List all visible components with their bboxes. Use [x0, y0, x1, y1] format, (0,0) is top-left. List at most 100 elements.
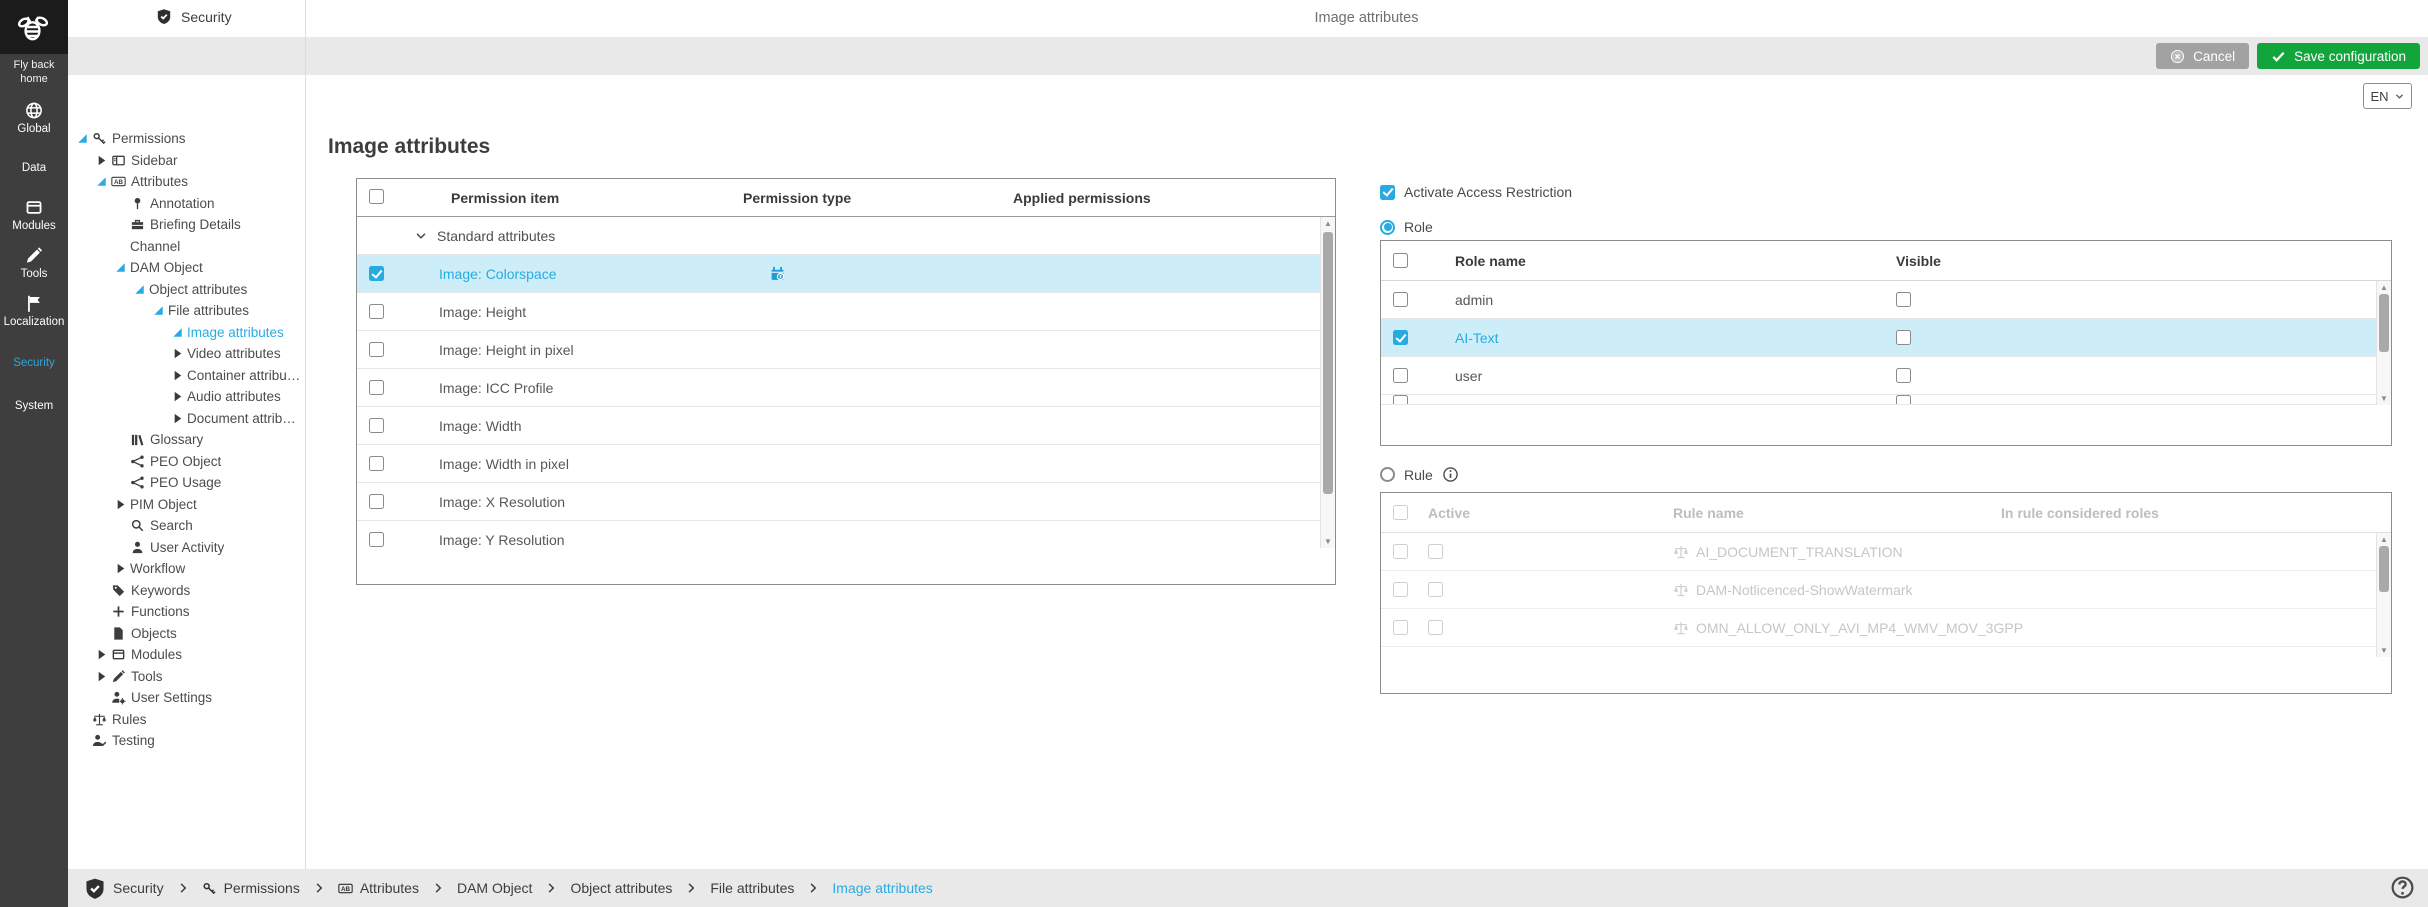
row-checkbox[interactable] — [369, 342, 384, 357]
tree-expander-collapsed-icon[interactable] — [170, 389, 185, 404]
scrollbar-thumb[interactable] — [1323, 232, 1333, 494]
tree-item-peo-object[interactable]: PEO Object — [68, 451, 305, 473]
scroll-up-arrow-icon[interactable]: ▲ — [2377, 281, 2391, 294]
sidebar-item-data[interactable]: Data — [0, 162, 68, 174]
sidebar-item-localization[interactable]: Localization — [0, 294, 68, 328]
tree-item-keywords[interactable]: Keywords — [68, 580, 305, 602]
tree-item-objects[interactable]: Objects — [68, 623, 305, 645]
sidebar-item-modules[interactable]: Modules — [0, 198, 68, 232]
tree-expander-collapsed-icon[interactable] — [113, 497, 128, 512]
breadcrumb-item-object-attributes[interactable]: Object attributes — [570, 880, 672, 896]
tree-item-audio-attributes[interactable]: Audio attributes — [68, 386, 305, 408]
tree-item-container-attribu[interactable]: Container attribu… — [68, 365, 305, 387]
scroll-down-arrow-icon[interactable]: ▼ — [1321, 535, 1335, 548]
tree-item-annotation[interactable]: Annotation — [68, 193, 305, 215]
tree-expander-collapsed-icon[interactable] — [170, 411, 185, 426]
tree-item-testing[interactable]: Testing — [68, 730, 305, 752]
permission-table-scrollbar[interactable]: ▲ ▼ — [1320, 217, 1335, 548]
tree-item-video-attributes[interactable]: Video attributes — [68, 343, 305, 365]
scroll-up-arrow-icon[interactable]: ▲ — [2377, 533, 2391, 546]
tree-item-rules[interactable]: Rules — [68, 709, 305, 731]
permission-row-image-x-resolution[interactable]: Image: X Resolution — [357, 483, 1335, 521]
tree-item-dam-object[interactable]: DAM Object — [68, 257, 305, 279]
visible-checkbox[interactable] — [1896, 368, 1911, 383]
tree-item-workflow[interactable]: Workflow — [68, 558, 305, 580]
sidebar-item-global[interactable]: Global — [0, 101, 68, 135]
info-icon[interactable] — [1442, 466, 1459, 483]
group-row-standard-attributes[interactable]: Standard attributes — [357, 217, 1335, 255]
tree-item-user-settings[interactable]: User Settings — [68, 687, 305, 709]
scroll-down-arrow-icon[interactable]: ▼ — [2377, 644, 2391, 657]
row-checkbox[interactable] — [369, 304, 384, 319]
permission-row-image-icc-profile[interactable]: Image: ICC Profile — [357, 369, 1335, 407]
visible-checkbox[interactable] — [1896, 292, 1911, 307]
row-checkbox[interactable] — [369, 532, 384, 547]
breadcrumb-item-permissions[interactable]: Permissions — [202, 880, 300, 896]
tree-expander-collapsed-icon[interactable] — [170, 368, 185, 383]
scrollbar-thumb[interactable] — [2379, 294, 2389, 352]
role-radio[interactable] — [1380, 220, 1395, 235]
tree-item-channel[interactable]: Channel — [68, 236, 305, 258]
role-row-admin[interactable]: admin — [1381, 281, 2391, 319]
sidebar-item-tools[interactable]: Tools — [0, 246, 68, 280]
tree-expander-collapsed-icon[interactable] — [113, 561, 128, 576]
tree-item-user-activity[interactable]: User Activity — [68, 537, 305, 559]
role-checkbox[interactable] — [1393, 292, 1408, 307]
tree-item-object-attributes[interactable]: Object attributes — [68, 279, 305, 301]
row-checkbox[interactable] — [369, 456, 384, 471]
sidebar-item-security[interactable]: Security — [0, 357, 68, 369]
scrollbar-thumb[interactable] — [2379, 546, 2389, 592]
row-checkbox[interactable] — [369, 418, 384, 433]
visible-checkbox[interactable] — [1896, 330, 1911, 345]
select-all-checkbox[interactable] — [369, 189, 384, 204]
tree-item-pim-object[interactable]: PIM Object — [68, 494, 305, 516]
tree-expander-expanded-icon[interactable] — [132, 282, 147, 297]
scroll-down-arrow-icon[interactable]: ▼ — [2377, 392, 2391, 405]
row-checkbox[interactable] — [369, 266, 384, 281]
permission-row-image-height[interactable]: Image: Height — [357, 293, 1335, 331]
tree-item-search[interactable]: Search — [68, 515, 305, 537]
tree-expander-expanded-icon[interactable] — [94, 174, 109, 189]
cancel-button[interactable]: Cancel — [2156, 43, 2249, 69]
tree-expander-collapsed-icon[interactable] — [94, 669, 109, 684]
tree-item-sidebar[interactable]: Sidebar — [68, 150, 305, 172]
tree-expander-collapsed-icon[interactable] — [94, 153, 109, 168]
tree-expander-expanded-icon[interactable] — [151, 303, 166, 318]
tree-item-file-attributes[interactable]: File attributes — [68, 300, 305, 322]
rule-radio[interactable] — [1380, 467, 1395, 482]
activate-access-restriction-checkbox[interactable] — [1380, 185, 1395, 200]
role-checkbox[interactable] — [1393, 368, 1408, 383]
tree-item-tools[interactable]: Tools — [68, 666, 305, 688]
tree-item-image-attributes[interactable]: Image attributes — [68, 322, 305, 344]
tree-item-glossary[interactable]: Glossary — [68, 429, 305, 451]
permission-row-image-y-resolution[interactable]: Image: Y Resolution — [357, 521, 1335, 548]
breadcrumb-item-security[interactable]: Security — [84, 877, 164, 900]
role-table-scrollbar[interactable]: ▲ ▼ — [2376, 281, 2391, 405]
language-select[interactable]: EN — [2363, 83, 2412, 109]
permission-row-image-width[interactable]: Image: Width — [357, 407, 1335, 445]
breadcrumb-item-image-attributes[interactable]: Image attributes — [832, 880, 932, 896]
tree-item-functions[interactable]: Functions — [68, 601, 305, 623]
sidebar-item-system[interactable]: System — [0, 400, 68, 412]
role-checkbox[interactable] — [1393, 330, 1408, 345]
tree-expander-collapsed-icon[interactable] — [94, 647, 109, 662]
role-row-user[interactable]: user — [1381, 357, 2391, 395]
rule-table-scrollbar[interactable]: ▲ ▼ — [2376, 533, 2391, 657]
tree-item-briefing-details[interactable]: Briefing Details — [68, 214, 305, 236]
tree-item-attributes[interactable]: ABAttributes — [68, 171, 305, 193]
permission-row-image-width-in-pixel[interactable]: Image: Width in pixel — [357, 445, 1335, 483]
breadcrumb-item-dam-object[interactable]: DAM Object — [457, 880, 532, 896]
tree-item-permissions[interactable]: Permissions — [68, 128, 305, 150]
help-icon[interactable] — [2390, 875, 2415, 900]
save-configuration-button[interactable]: Save configuration — [2257, 43, 2420, 69]
fly-back-home-label[interactable]: Fly back home — [0, 58, 68, 87]
row-checkbox[interactable] — [369, 494, 384, 509]
breadcrumb-item-file-attributes[interactable]: File attributes — [710, 880, 794, 896]
tree-expander-expanded-icon[interactable] — [75, 131, 90, 146]
role-select-all-checkbox[interactable] — [1393, 253, 1408, 268]
tree-expander-collapsed-icon[interactable] — [170, 346, 185, 361]
breadcrumb-item-attributes[interactable]: ABAttributes — [338, 880, 419, 896]
permission-row-image-colorspace[interactable]: Image: Colorspace — [357, 255, 1335, 293]
tree-item-modules[interactable]: Modules — [68, 644, 305, 666]
tree-expander-expanded-icon[interactable] — [113, 260, 128, 275]
